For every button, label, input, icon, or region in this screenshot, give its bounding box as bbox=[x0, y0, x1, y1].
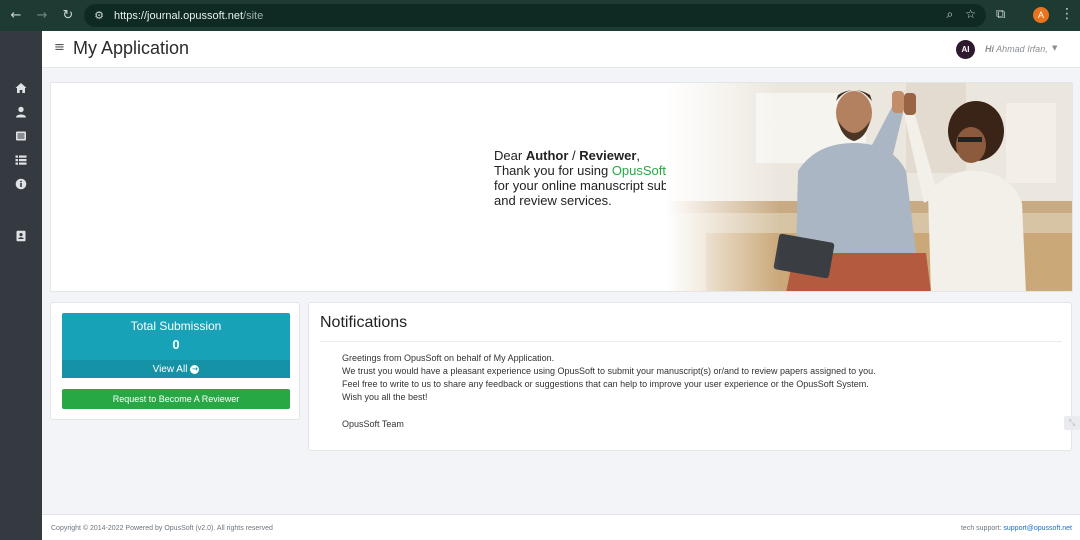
url-text[interactable]: https://journal.opussoft.net/site bbox=[114, 10, 263, 22]
list-icon[interactable] bbox=[13, 152, 29, 168]
tech-support: tech support: support@opussoft.net bbox=[961, 525, 1072, 532]
total-submission-box: Total Submission 0 View All → bbox=[62, 313, 290, 378]
banner-comma: , bbox=[636, 148, 641, 163]
support-label: tech support: bbox=[960, 525, 1002, 532]
notification-line: We trust you would have a pleasant exper… bbox=[342, 366, 876, 376]
forward-icon[interactable]: → bbox=[32, 6, 52, 26]
back-icon[interactable]: ← bbox=[6, 6, 26, 26]
welcome-banner: Dear Author / Reviewer, Thank you for us… bbox=[50, 82, 1073, 292]
banner-brand: OpusSoft bbox=[611, 163, 667, 178]
url-path: /site bbox=[243, 9, 264, 22]
stats-count: 0 bbox=[172, 337, 180, 352]
avatar[interactable]: AI bbox=[956, 40, 975, 59]
greeting-name: Ahmad Irfan, bbox=[996, 44, 1048, 54]
arrow-circle-right-icon: → bbox=[190, 364, 200, 374]
reload-icon[interactable]: ↻ bbox=[58, 6, 78, 26]
extensions-icon[interactable]: ⧉ bbox=[996, 7, 1012, 23]
view-all-label: View All bbox=[152, 363, 188, 375]
view-all-link[interactable]: View All → bbox=[62, 360, 290, 378]
url-host: https://journal.opussoft.net bbox=[114, 9, 244, 22]
banner-slash: / bbox=[572, 148, 576, 163]
page-title: My Application bbox=[73, 38, 190, 58]
notification-line: Wish you all the best! bbox=[342, 392, 428, 402]
notification-line: Greetings from OpusSoft on behalf of My … bbox=[342, 353, 555, 363]
chevron-down-icon[interactable]: ▼ bbox=[1052, 44, 1057, 52]
footer: Copyright © 2014-2022 Powered by OpusSof… bbox=[42, 514, 1080, 540]
notification-signature: OpusSoft Team bbox=[342, 419, 404, 429]
stats-title: Total Submission bbox=[130, 319, 222, 333]
hamburger-menu-icon[interactable]: ≡ bbox=[54, 40, 65, 55]
user-icon[interactable] bbox=[13, 104, 29, 120]
zoom-icon[interactable]: ⌕ bbox=[947, 7, 954, 22]
browser-toolbar: ← → ↻ ⚙ https://journal.opussoft.net/sit… bbox=[0, 0, 1080, 31]
request-reviewer-button[interactable]: Request to Become A Reviewer bbox=[62, 389, 290, 409]
scroll-top-icon[interactable]: ⤡ bbox=[1064, 416, 1080, 430]
copyright-text: Copyright © 2014-2022 Powered by OpusSof… bbox=[51, 525, 273, 532]
notifications-title: Notifications bbox=[320, 314, 408, 331]
user-greeting[interactable]: Hi Ahmad Irfan, bbox=[985, 44, 1048, 54]
document-list-icon[interactable] bbox=[13, 128, 29, 144]
support-email-link[interactable]: support@opussoft.net bbox=[1003, 525, 1072, 532]
app-header: ≡ My Application AI Hi Ahmad Irfan, ▼ bbox=[42, 31, 1080, 68]
contact-icon[interactable] bbox=[13, 228, 29, 244]
home-icon[interactable] bbox=[13, 80, 29, 96]
banner-dear: Dear bbox=[494, 148, 523, 163]
divider bbox=[320, 341, 1062, 342]
banner-photo bbox=[666, 83, 1072, 291]
banner-reviewer: Reviewer bbox=[579, 148, 637, 163]
sidebar bbox=[0, 31, 42, 540]
browser-profile-avatar[interactable]: A bbox=[1033, 7, 1049, 23]
bookmark-star-icon[interactable]: ☆ bbox=[965, 7, 976, 22]
notifications-card: Notifications Greetings from OpusSoft on… bbox=[308, 302, 1072, 451]
submission-card: Total Submission 0 View All → Request to… bbox=[50, 302, 300, 420]
banner-author: Author bbox=[525, 148, 569, 163]
browser-menu-icon[interactable]: ⋮ bbox=[1060, 6, 1074, 22]
site-settings-icon[interactable]: ⚙ bbox=[92, 9, 106, 23]
notification-line: Feel free to write to us to share any fe… bbox=[342, 379, 869, 389]
banner-thanks: Thank you for using bbox=[494, 163, 609, 178]
notifications-body: Greetings from OpusSoft on behalf of My … bbox=[342, 352, 876, 431]
address-bar[interactable]: ⚙ https://journal.opussoft.net/site ⌕ ☆ bbox=[84, 4, 986, 27]
info-icon[interactable] bbox=[13, 176, 29, 192]
greeting-prefix: Hi bbox=[985, 44, 994, 54]
